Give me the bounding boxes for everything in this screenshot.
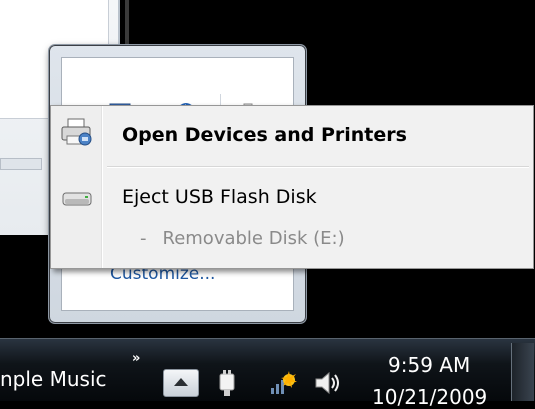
context-menu: Open Devices and Printers Eject USB Flas… bbox=[50, 105, 534, 269]
power-plug-icon[interactable] bbox=[213, 368, 243, 398]
background-window-scrollbar bbox=[0, 158, 42, 170]
volume-icon[interactable] bbox=[312, 368, 342, 398]
show-desktop-button[interactable] bbox=[511, 343, 534, 401]
window-divider bbox=[125, 0, 129, 45]
clock-time[interactable]: 9:59 AM bbox=[388, 353, 470, 377]
usb-drive-icon bbox=[60, 184, 94, 214]
taskbar-app-button[interactable]: nple Music bbox=[0, 367, 107, 391]
subitem-label: Removable Disk (E:) bbox=[162, 228, 345, 249]
menu-item-eject-usb-flash-disk[interactable]: Eject USB Flash Disk bbox=[51, 174, 533, 218]
clock-date[interactable]: 10/21/2009 bbox=[372, 385, 487, 409]
menu-separator bbox=[107, 166, 529, 168]
menu-item-label: Open Devices and Printers bbox=[122, 124, 407, 146]
taskbar: nple Music » 9:59 AM 10/21/2009 bbox=[0, 338, 535, 409]
network-icon[interactable] bbox=[268, 368, 298, 398]
menu-subitem-removable-disk: - Removable Disk (E:) bbox=[140, 228, 345, 249]
menu-item-label: Eject USB Flash Disk bbox=[122, 186, 317, 208]
printer-icon bbox=[60, 118, 94, 148]
subitem-dash: - bbox=[140, 228, 147, 249]
menu-item-open-devices-and-printers[interactable]: Open Devices and Printers bbox=[51, 111, 533, 155]
show-hidden-icons-button[interactable] bbox=[163, 369, 199, 397]
taskbar-overflow-chevron-icon[interactable]: » bbox=[132, 351, 140, 366]
